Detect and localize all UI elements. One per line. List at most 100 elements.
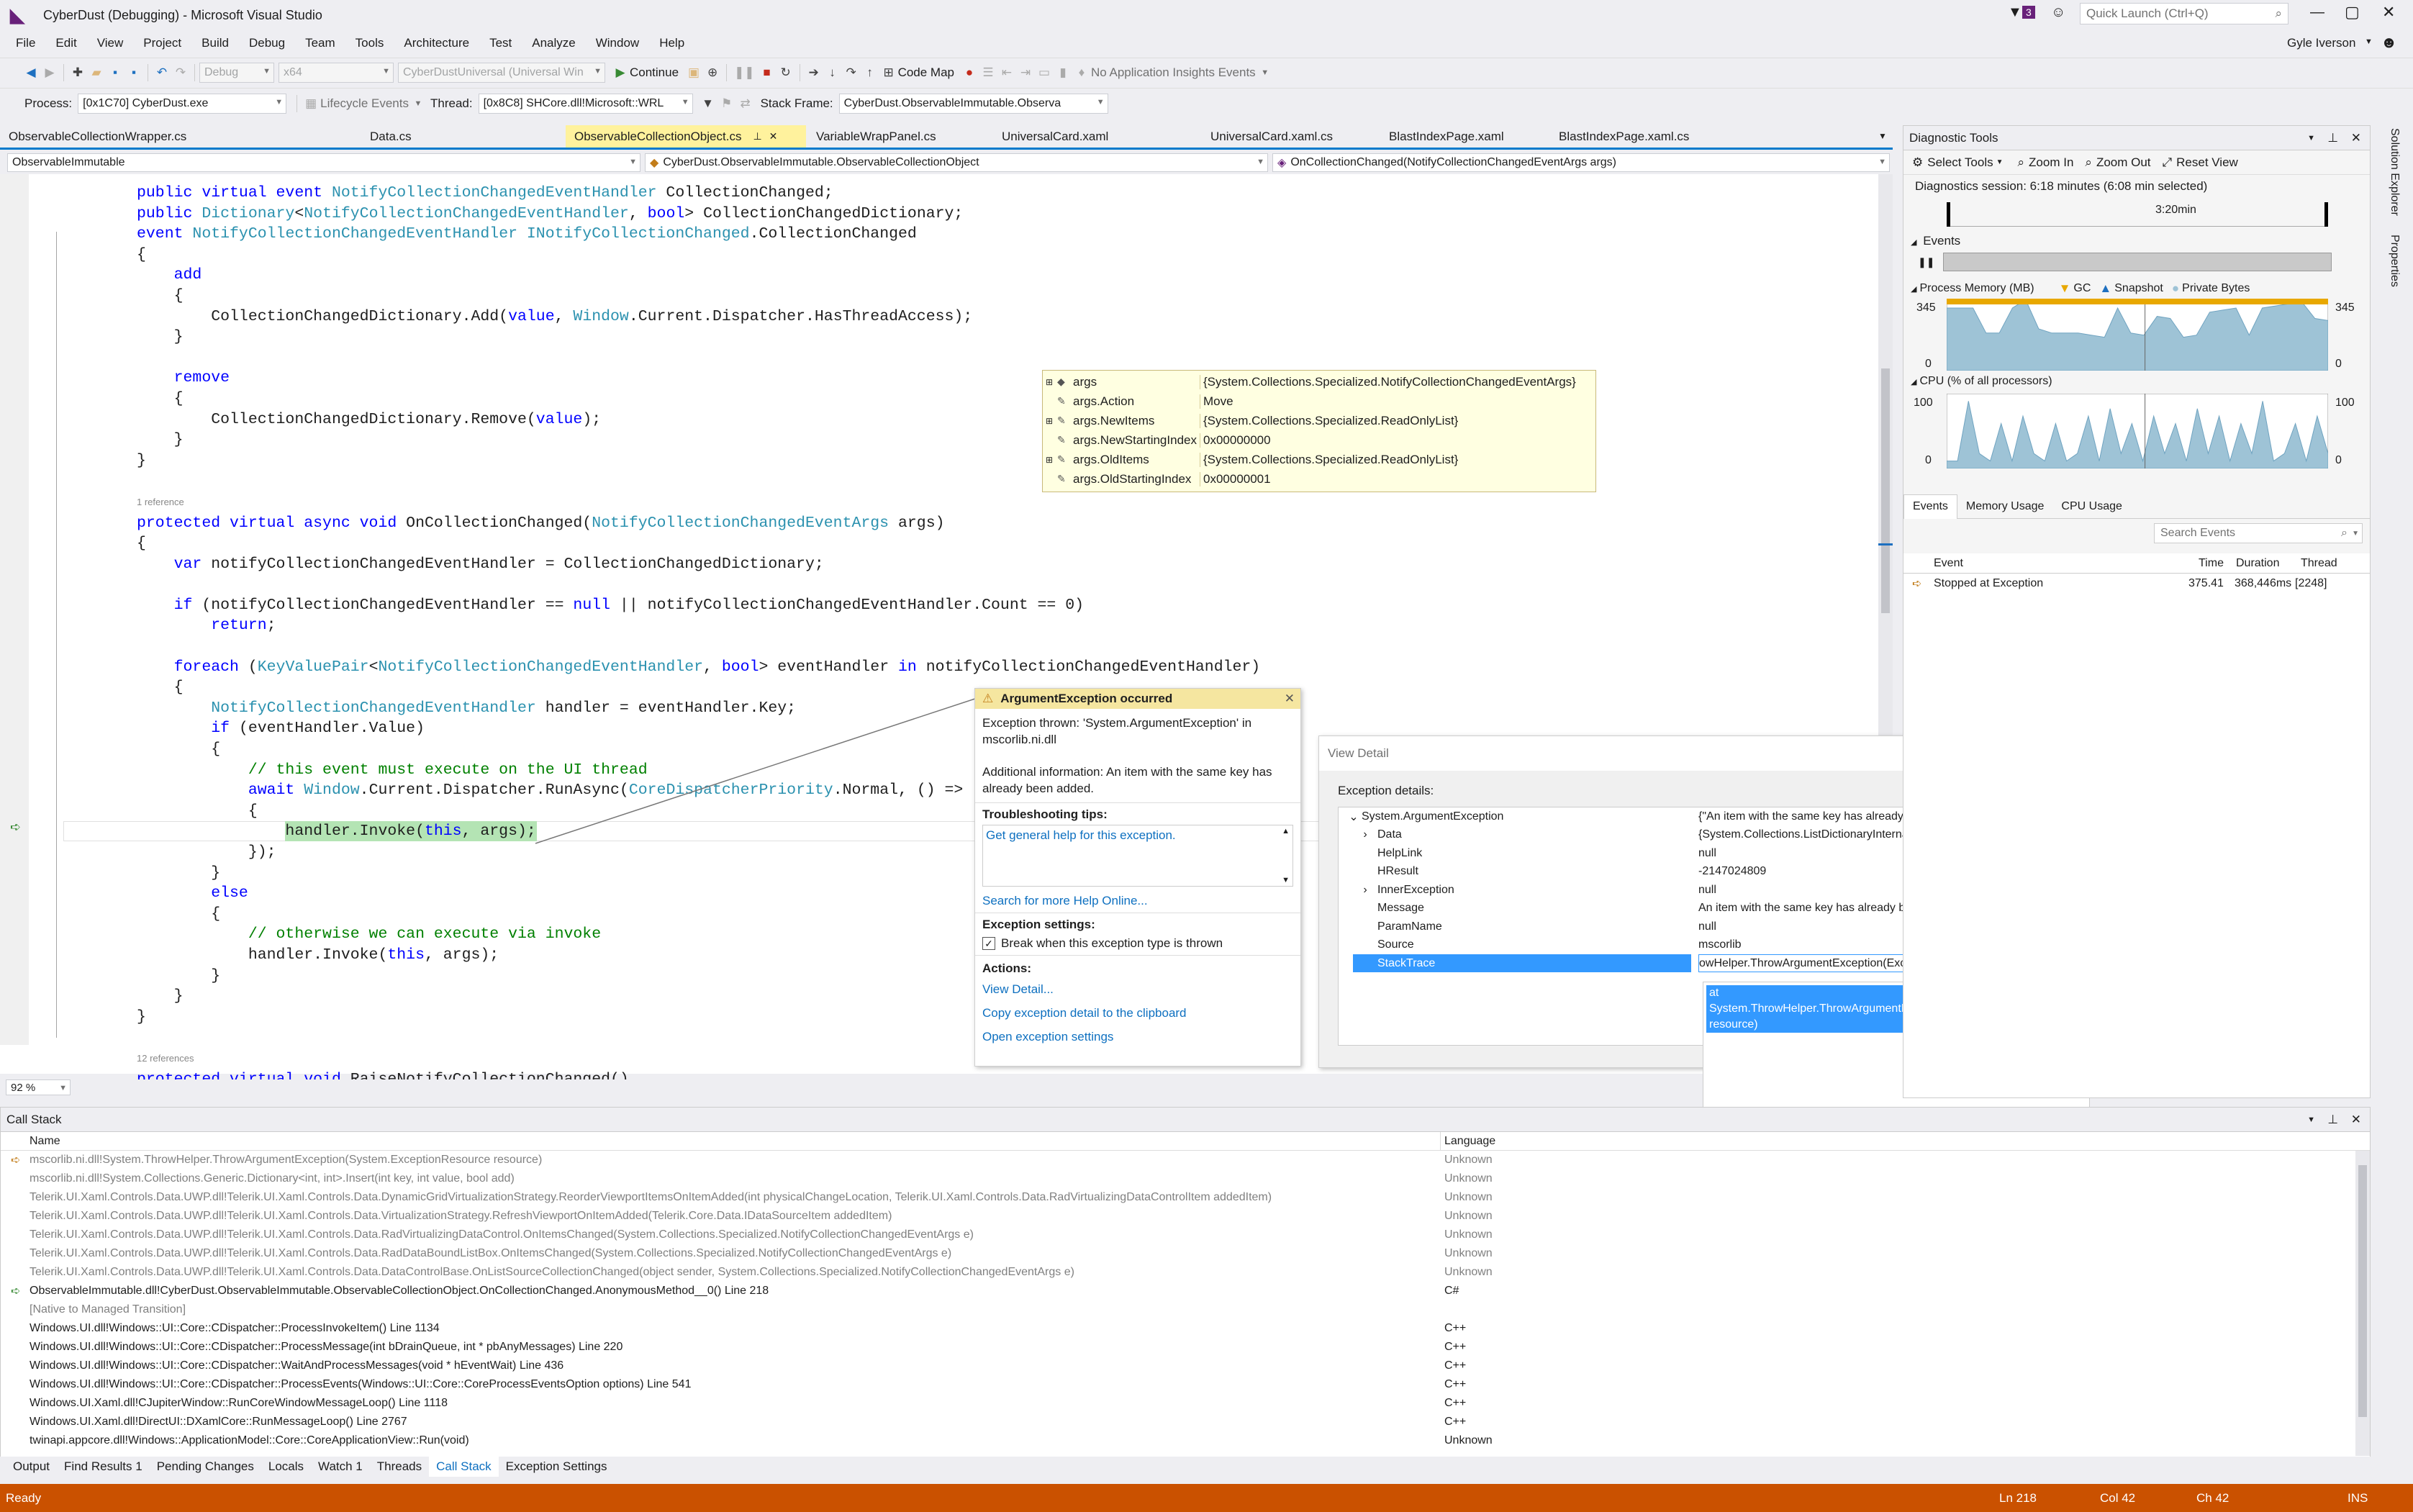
col-event[interactable]: Event [1934,557,1963,570]
lifecycle-events[interactable]: Lifecycle Events [320,96,409,111]
scroll-up-icon[interactable]: ▲ [1282,827,1290,836]
collapse-icon[interactable]: ◢ [1911,284,1916,294]
datatip-row[interactable]: ⊞ ✎ args.OldItems {System.Collections.Speci… [1046,450,1593,469]
zoom-in-icon[interactable]: ⌕ [2018,155,2025,170]
continue-icon[interactable]: ▶ [611,62,630,83]
type-nav-select[interactable]: ◆ CyberDust.ObservableImmutable.Observabl… [645,153,1268,172]
menu-item-build[interactable]: Build [191,36,239,50]
insights-icon[interactable]: ♦ [1072,62,1091,83]
search-events-input[interactable]: Search Events ⌕ ▼ [2154,523,2363,543]
tab-observablecollectionobject-cs[interactable]: ObservableCollectionObject.cs ⊥ ✕ [566,125,806,148]
tool-tab-threads[interactable]: Threads [370,1457,429,1477]
search-help-link[interactable]: Search for more Help Online... [982,894,1293,908]
reset-view-button[interactable]: Reset View [2176,155,2238,170]
col-duration[interactable]: Duration [2236,557,2279,570]
diag-tab-cpu-usage[interactable]: CPU Usage [2052,494,2130,519]
break-checkbox[interactable]: ✓ [982,937,995,950]
tool-tab-exception-settings[interactable]: Exception Settings [499,1457,615,1477]
account-icon[interactable]: ☻ [2381,33,2397,52]
minimize-button[interactable]: — [2310,4,2324,21]
member-nav-select[interactable]: ◈ OnCollectionChanged(NotifyCollectionCha… [1272,153,1890,172]
close-icon[interactable]: ✕ [2351,131,2361,145]
zoom-out-button[interactable]: Zoom Out [2096,155,2151,170]
datatip-row[interactable]: ✎ args.Action Move [1046,391,1593,411]
pause-icon[interactable]: ❚❚ [731,62,758,83]
step-into-icon[interactable]: ↓ [823,62,842,83]
list-icon[interactable]: ☰ [979,62,997,83]
code-map-button[interactable]: Code Map [898,65,954,80]
tab-observablecollectionwrapper-cs[interactable]: ObservableCollectionWrapper.cs [0,125,360,148]
filter-icon[interactable]: ▼ [699,93,717,114]
chevron-down-icon[interactable]: ▼ [2307,134,2315,142]
datatip-row[interactable]: ✎ args.NewStartingIndex 0x00000000 [1046,430,1593,450]
undo-icon[interactable]: ↶ [153,62,171,83]
scroll-down-icon[interactable]: ▼ [1282,876,1290,884]
close-icon[interactable]: ✕ [769,130,778,142]
copy-detail-link[interactable]: Copy exception detail to the clipboard [982,1001,1293,1025]
table-row[interactable]: Windows.UI.Xaml.dll!DirectUI::DXamlCore:… [1,1413,2370,1431]
indent-icon[interactable]: ⇥ [1016,62,1035,83]
step-out-icon[interactable]: ↑ [861,62,879,83]
feedback-icon[interactable]: ☺ [2051,4,2065,21]
insights-label[interactable]: No Application Insights Events [1091,65,1256,80]
tool-tab-find-results-1[interactable]: Find Results 1 [57,1457,150,1477]
filter-icon[interactable]: ▼ [2008,4,2022,21]
open-file-icon[interactable]: ▰ [87,62,106,83]
chevron-down-icon[interactable]: ▼ [2365,37,2373,46]
table-row[interactable]: Windows.UI.dll!Windows::UI::Core::CDispa… [1,1357,2370,1375]
table-row[interactable]: ➪ ObservableImmutable.dll!CyberDust.Obser… [1,1282,2370,1300]
select-tools-button[interactable]: Select Tools [1927,155,1993,170]
tab-universalcard-xaml-cs[interactable]: UniversalCard.xaml.cs [1202,125,1379,148]
expand-icon[interactable]: › [1353,828,1377,841]
lifecycle-icon[interactable]: ▦ [302,93,320,114]
table-row[interactable]: Telerik.UI.Xaml.Controls.Data.UWP.dll!Te… [1,1244,2370,1263]
callstack-scrollbar[interactable] [2355,1151,2370,1456]
table-row[interactable]: Windows.UI.Xaml.dll!CJupiterWindow::RunC… [1,1394,2370,1413]
attach-icon[interactable]: ▣ [684,62,703,83]
col-time[interactable]: Time [2199,557,2224,570]
save-all-icon[interactable]: ▪ [125,62,143,83]
tool-tab-output[interactable]: Output [6,1457,57,1477]
expand-icon[interactable]: ⊞ [1046,455,1057,465]
cpu-chart[interactable] [1947,394,2328,468]
pin-icon[interactable]: ⊥ [753,130,761,142]
startup-project-select[interactable]: CyberDustUniversal (Universal Win ▼ [398,62,605,83]
process-select[interactable]: [0x1C70] CyberDust.exe ▼ [78,93,287,114]
table-row[interactable]: [Native to Managed Transition] [1,1300,2370,1319]
outdent-icon[interactable]: ⇤ [997,62,1016,83]
events-track[interactable] [1943,253,2332,271]
tool-tab-call-stack[interactable]: Call Stack [429,1457,499,1477]
scroll-thumb[interactable] [1881,368,1890,613]
browser-icon[interactable]: ⊕ [703,62,722,83]
expand-icon[interactable]: ⊞ [1046,377,1057,387]
memory-chart[interactable] [1947,299,2328,371]
chevron-down-icon[interactable]: ▼ [409,93,427,114]
thread-select[interactable]: [0x8C8] SHCore.dll!Microsoft::WRL ▼ [478,93,693,114]
redo-icon[interactable]: ↷ [171,62,190,83]
event-row[interactable]: ➪ Stopped at Exception 375.41 368,446ms … [1903,574,2370,594]
pin-icon[interactable]: ⊥ [2327,1113,2338,1127]
tool-tab-locals[interactable]: Locals [261,1457,311,1477]
general-help-link[interactable]: Get general help for this exception. [986,828,1176,842]
table-row[interactable]: Windows.UI.dll!Windows::UI::Core::CDispa… [1,1319,2370,1338]
menu-item-view[interactable]: View [87,36,134,50]
table-row[interactable]: Telerik.UI.Xaml.Controls.Data.UWP.dll!Te… [1,1226,2370,1244]
tool-tab-watch-1[interactable]: Watch 1 [311,1457,370,1477]
menu-item-debug[interactable]: Debug [239,36,295,50]
stop-icon[interactable]: ■ [758,62,777,83]
swap-icon[interactable]: ⇄ [736,93,755,114]
datatip-row[interactable]: ⊞ ◆ args {System.Collections.Specialized.No… [1046,372,1593,391]
configuration-select[interactable]: Debug ▼ [199,62,274,83]
menu-item-file[interactable]: File [6,36,45,50]
table-row[interactable]: twinapi.appcore.dll!Windows::Application… [1,1431,2370,1450]
gear-icon[interactable]: ⚙ [1912,155,1923,170]
tab-universalcard-xaml[interactable]: UniversalCard.xaml [993,125,1200,148]
flag-icon[interactable]: ⚑ [717,93,736,114]
table-row[interactable]: ➪ mscorlib.ni.dll!System.ThrowHelper.Thro… [1,1151,2370,1169]
open-exception-settings-link[interactable]: Open exception settings [982,1025,1293,1049]
pause-icon[interactable]: ❚❚ [1918,256,1934,268]
back-icon[interactable]: ◀ [22,62,40,83]
close-button[interactable]: ✕ [2382,3,2395,22]
table-row[interactable]: Telerik.UI.Xaml.Controls.Data.UWP.dll!Te… [1,1188,2370,1207]
tab-data-cs[interactable]: Data.cs [361,125,564,148]
